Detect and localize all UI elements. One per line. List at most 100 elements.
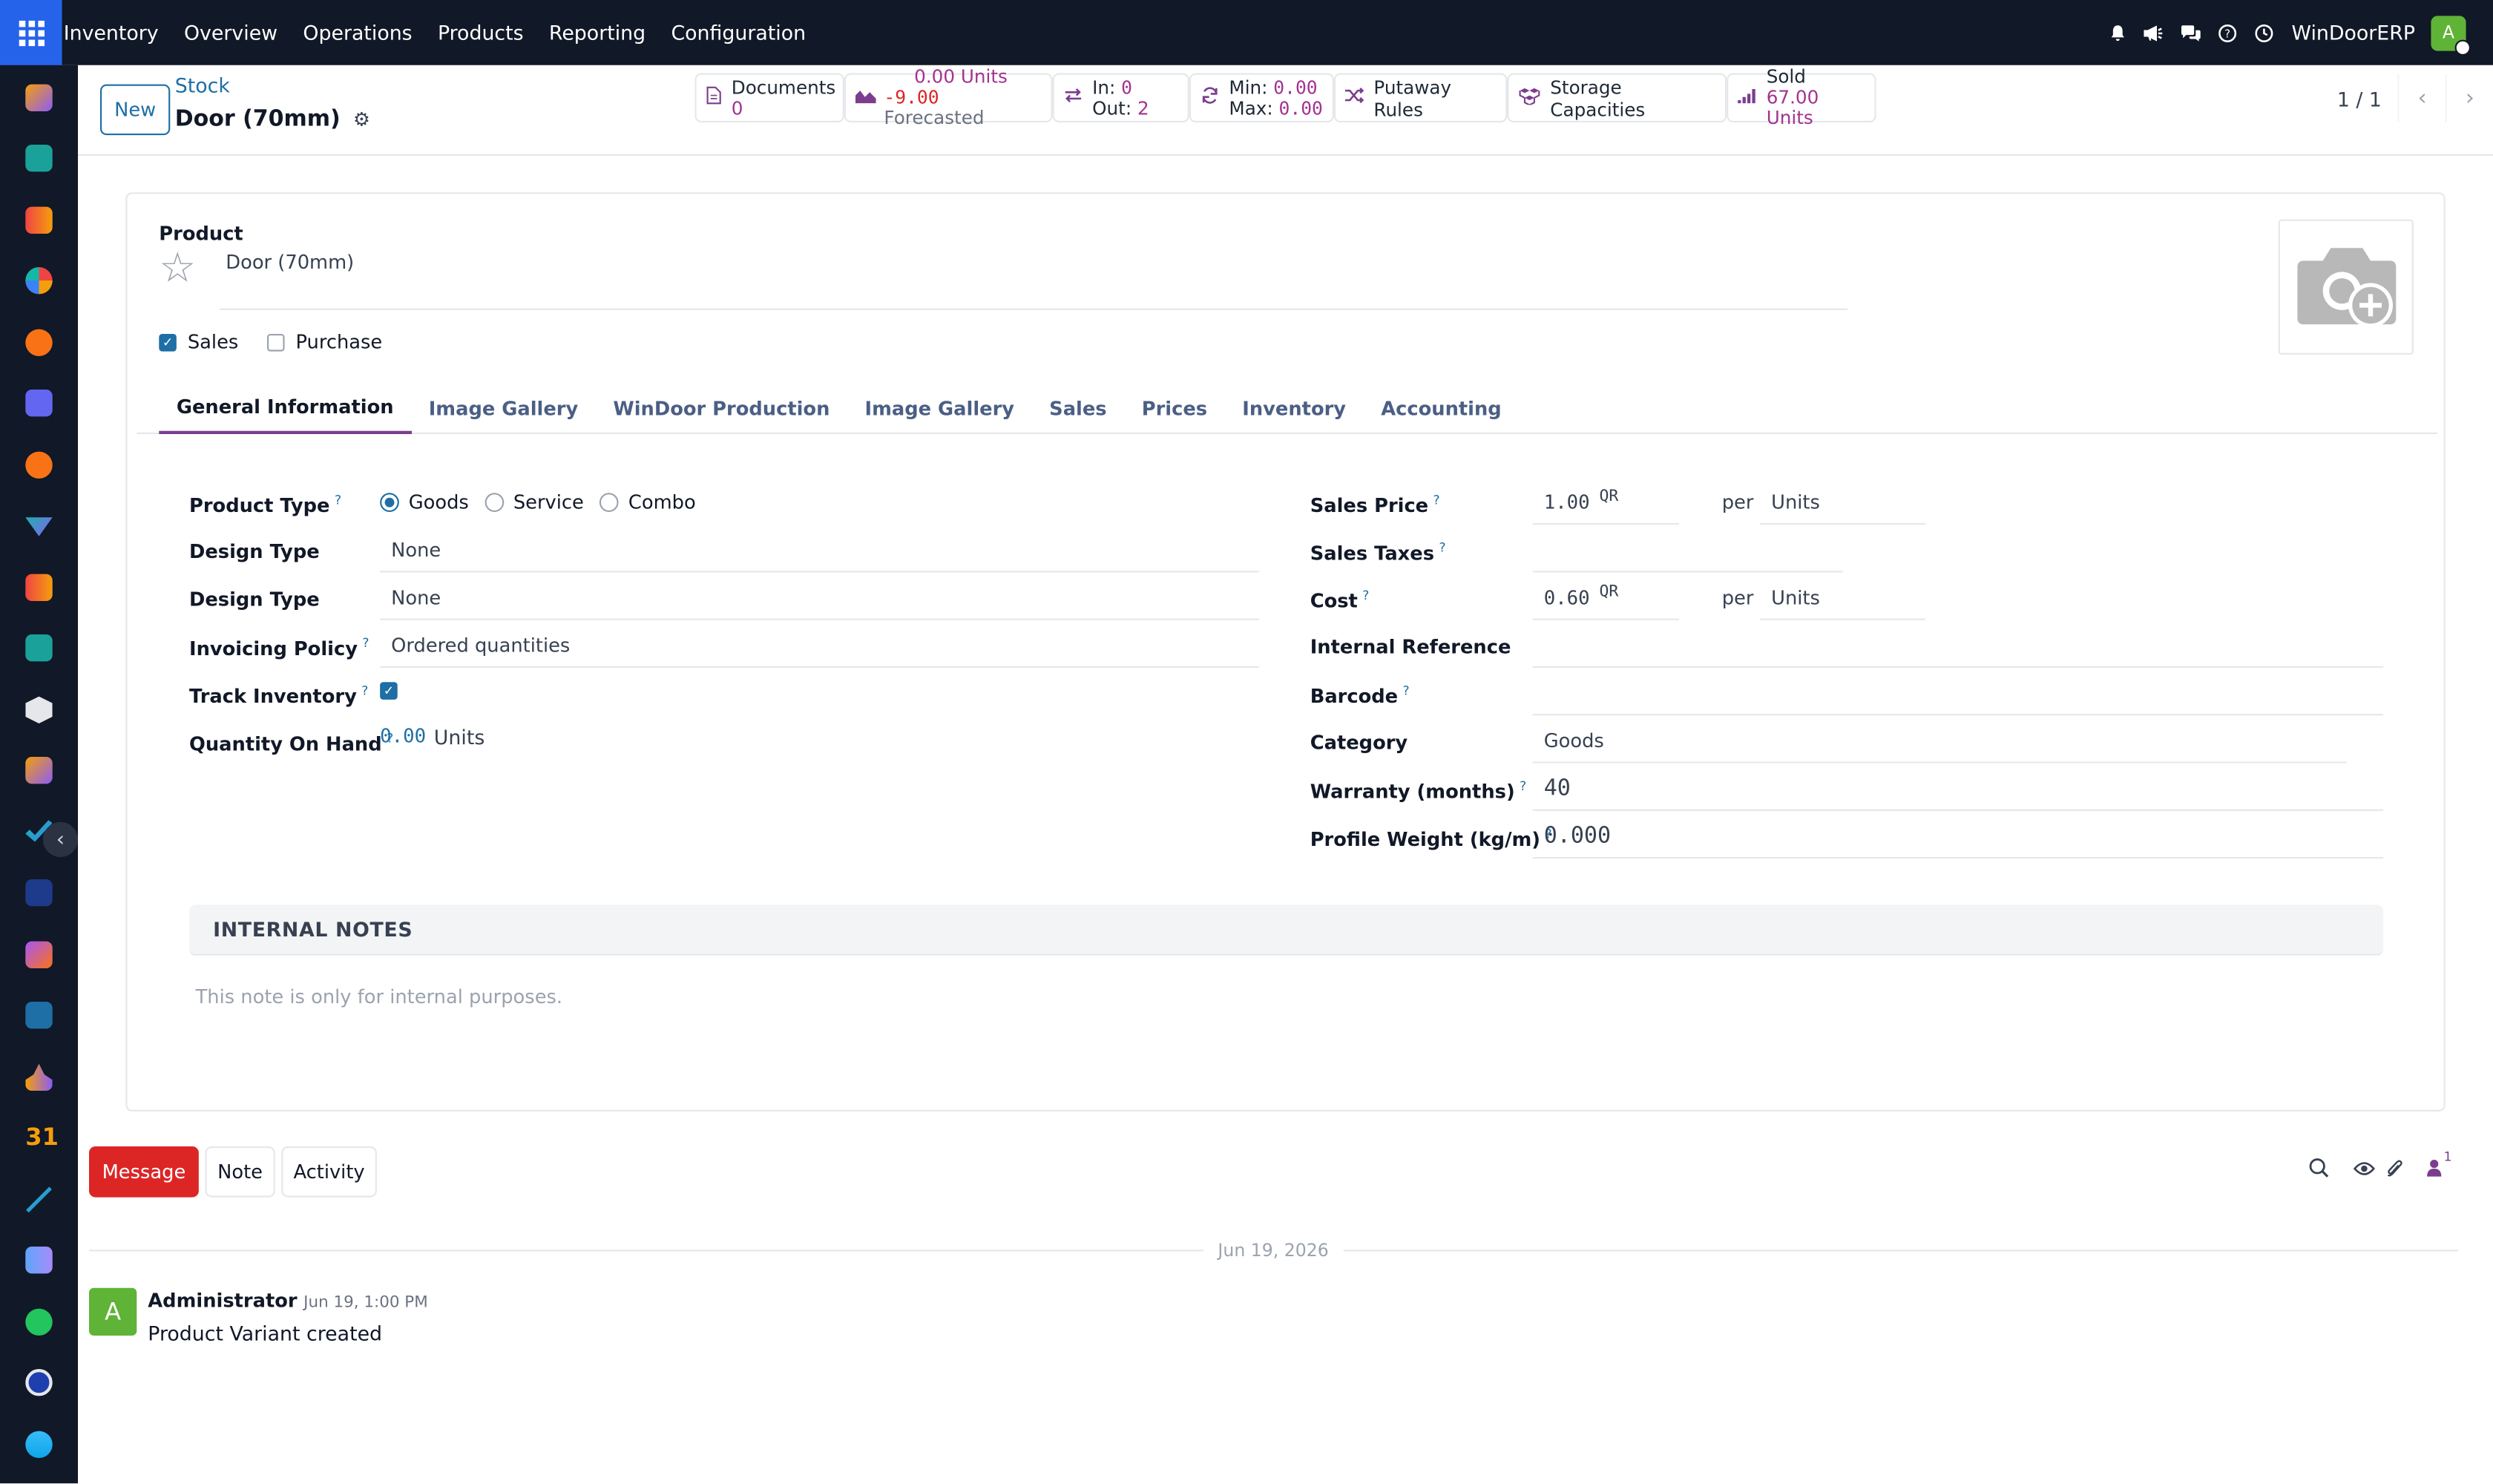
documents-smart-button[interactable]: Documents 0	[694, 73, 844, 122]
sidebar-collapse-button[interactable]: ‹	[42, 821, 78, 857]
product-name-input[interactable]: Door (70mm)	[226, 252, 354, 274]
help-tooltip-icon[interactable]: ?	[1362, 588, 1369, 603]
forecast-smart-button[interactable]: 0.00 Units -9.00 Forecasted	[844, 66, 1053, 128]
eye-icon[interactable]	[2353, 1159, 2375, 1181]
chat-icon[interactable]	[2172, 0, 2209, 65]
help-tooltip-icon[interactable]: ?	[1403, 683, 1410, 697]
radio-combo[interactable]: Combo	[600, 491, 696, 513]
whatsapp-icon[interactable]	[25, 1308, 53, 1336]
company-switcher[interactable]: WinDoorERP	[2282, 21, 2431, 45]
tab-sales[interactable]: Sales	[1032, 383, 1125, 434]
sales-checkbox[interactable]: ✓	[159, 332, 177, 351]
menu-overview[interactable]: Overview	[171, 21, 290, 45]
gear-icon[interactable]: ⚙	[353, 108, 370, 131]
sign-icon[interactable]	[25, 1186, 53, 1213]
crm-icon[interactable]	[25, 267, 53, 295]
internal-reference-input[interactable]	[1532, 623, 2384, 668]
tab-accounting[interactable]: Accounting	[1364, 383, 1520, 434]
megaphone-icon[interactable]	[2136, 0, 2172, 65]
new-button[interactable]: New	[100, 84, 171, 136]
product-image-upload[interactable]	[2278, 219, 2414, 355]
radio-goods[interactable]: Goods	[380, 491, 469, 513]
menu-operations[interactable]: Operations	[290, 21, 425, 45]
activity-button[interactable]: Activity	[281, 1146, 377, 1198]
cost-input[interactable]: 0.60 QR	[1532, 576, 1679, 620]
barcode-input[interactable]	[1532, 671, 2384, 716]
in-out-smart-button[interactable]: In: 0 Out: 2	[1052, 73, 1189, 122]
category-select[interactable]: Goods	[1532, 719, 2347, 764]
min-max-smart-button[interactable]: Min: 0.00 Max: 0.00	[1189, 73, 1334, 122]
pager-previous-icon[interactable]: ‹	[2397, 74, 2445, 122]
menu-configuration[interactable]: Configuration	[658, 21, 818, 45]
help-tooltip-icon[interactable]: ?	[361, 683, 368, 697]
sidebar-app-icon[interactable]	[25, 84, 53, 111]
calendar-icon[interactable]: 31	[25, 1123, 59, 1151]
tab-image-gallery[interactable]: Image Gallery	[411, 383, 596, 434]
message-author[interactable]: Administrator	[148, 1290, 297, 1312]
send-message-button[interactable]: Message	[89, 1146, 199, 1198]
manufacturing-icon[interactable]	[25, 941, 53, 968]
pager-next-icon[interactable]: ›	[2445, 74, 2493, 122]
tab-general-information[interactable]: General Information	[159, 383, 412, 434]
putaway-rules-button[interactable]: Putaway Rules	[1333, 73, 1508, 122]
knowledge-icon[interactable]	[25, 879, 53, 907]
paperclip-icon[interactable]	[2386, 1158, 2402, 1182]
invoicing-policy-select[interactable]: Ordered quantities	[380, 623, 1260, 668]
search-icon[interactable]	[2308, 1158, 2329, 1183]
star-favorite-icon[interactable]: ☆	[159, 248, 196, 289]
tab-windoor-production[interactable]: WinDoor Production	[596, 383, 847, 434]
help-tooltip-icon[interactable]: ?	[1433, 493, 1440, 507]
team-icon[interactable]	[25, 1063, 53, 1091]
profile-weight-input[interactable]: 0.000	[1532, 814, 2384, 859]
menu-reporting[interactable]: Reporting	[536, 21, 659, 45]
contacts-icon[interactable]	[25, 145, 53, 172]
menu-products[interactable]: Products	[425, 21, 536, 45]
product-label: Product	[159, 223, 243, 245]
breadcrumb[interactable]: Stock	[175, 73, 230, 97]
help-tooltip-icon[interactable]: ?	[362, 636, 369, 650]
sales-taxes-input[interactable]	[1532, 528, 1843, 573]
website-icon[interactable]	[25, 1431, 53, 1458]
tab-prices[interactable]: Prices	[1124, 383, 1225, 434]
email-marketing-icon[interactable]	[25, 390, 53, 417]
cost-uom-select[interactable]: Units	[1760, 576, 1925, 620]
log-note-button[interactable]: Note	[205, 1146, 275, 1198]
employees-icon[interactable]	[25, 634, 53, 662]
bell-icon[interactable]	[2099, 0, 2135, 65]
sales-price-uom-select[interactable]: Units	[1760, 480, 1925, 525]
storage-capacities-button[interactable]: Storage Capacities	[1507, 73, 1727, 122]
tab-inventory[interactable]: Inventory	[1225, 383, 1364, 434]
qty-on-hand-value[interactable]: 0.00	[380, 725, 426, 747]
followers-button[interactable]: 1	[2426, 1149, 2451, 1181]
pager-count[interactable]: 1 / 1	[2337, 87, 2382, 111]
track-inventory-checkbox[interactable]: ✓	[380, 681, 398, 699]
livechat-icon[interactable]	[25, 451, 53, 479]
sales-icon[interactable]	[25, 574, 53, 601]
menu-app-name[interactable]: Inventory	[62, 21, 171, 45]
help-icon[interactable]: ?	[2209, 0, 2245, 65]
dashboard-icon[interactable]	[25, 1247, 53, 1274]
project-icon[interactable]	[25, 517, 53, 536]
discuss-icon[interactable]	[25, 329, 53, 356]
settings-app-icon[interactable]	[25, 756, 53, 784]
inventory-icon[interactable]	[25, 696, 53, 723]
expenses-icon[interactable]	[25, 1002, 53, 1029]
reporting-icon[interactable]	[25, 206, 53, 234]
user-avatar[interactable]: A	[2431, 15, 2471, 55]
timesheet-icon[interactable]	[25, 1369, 53, 1396]
apps-menu-button[interactable]	[0, 0, 62, 65]
sales-price-input[interactable]: 1.00 QR	[1532, 480, 1679, 525]
clock-icon[interactable]	[2245, 0, 2282, 65]
purchase-checkbox[interactable]	[266, 332, 285, 351]
warranty-input[interactable]: 40	[1532, 766, 2384, 811]
message-author-avatar[interactable]: A	[89, 1287, 137, 1336]
design-type-select-1[interactable]: None	[380, 528, 1260, 573]
radio-service[interactable]: Service	[485, 491, 584, 513]
sold-smart-button[interactable]: Sold 67.00 Units	[1727, 66, 1876, 128]
help-tooltip-icon[interactable]: ?	[335, 493, 341, 507]
internal-notes-editor[interactable]: This note is only for internal purposes.	[196, 986, 563, 1008]
help-tooltip-icon[interactable]: ?	[1439, 541, 1445, 555]
design-type-select-2[interactable]: None	[380, 576, 1260, 620]
help-tooltip-icon[interactable]: ?	[1520, 779, 1526, 793]
tab-image-gallery-2[interactable]: Image Gallery	[847, 383, 1032, 434]
